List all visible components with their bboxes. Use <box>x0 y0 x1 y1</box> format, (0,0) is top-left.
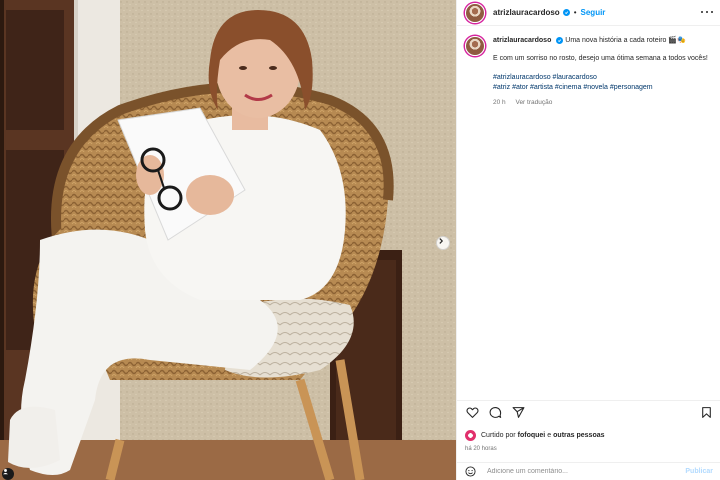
hashtag-link[interactable]: #ator <box>512 84 528 91</box>
comment-button[interactable] <box>488 406 502 420</box>
user-tag-icon <box>3 469 8 475</box>
post-image <box>0 0 456 480</box>
save-button[interactable] <box>699 406 713 420</box>
caption-body: atrizlauracardoso Uma nova história a ca… <box>493 36 715 108</box>
carousel-next-button[interactable] <box>436 236 450 250</box>
post-header: atrizlauracardoso • Seguir <box>457 0 720 26</box>
post-caption: atrizlauracardoso Uma nova história a ca… <box>465 36 715 108</box>
hashtag-link[interactable]: #artista <box>530 84 553 91</box>
comment-composer: Publicar <box>457 462 720 480</box>
see-translation-link[interactable]: Ver tradução <box>515 99 552 106</box>
hashtag-link[interactable]: #atrizlauracardoso <box>493 74 551 81</box>
share-icon <box>512 407 524 418</box>
hashtag-list: #atrizlauracardoso #lauracardoso #atriz … <box>493 73 715 92</box>
liked-by-conjunction: e <box>547 432 552 439</box>
heart-icon <box>465 407 479 418</box>
liked-by-others[interactable]: outras pessoas <box>553 432 604 439</box>
smiley-icon <box>465 466 476 477</box>
header-username[interactable]: atrizlauracardoso <box>493 8 560 17</box>
post-photo[interactable] <box>0 0 456 480</box>
comment-icon <box>489 407 501 418</box>
follow-button[interactable]: Seguir <box>581 8 606 17</box>
caption-meta: 20 h Ver tradução <box>493 98 715 108</box>
post-timestamp[interactable]: há 20 horas <box>465 446 497 452</box>
liked-by-user[interactable]: fofoquei <box>518 432 546 439</box>
comment-input[interactable] <box>487 468 686 475</box>
share-button[interactable] <box>511 406 525 420</box>
post-details-panel: atrizlauracardoso • Seguir atrizlauracar… <box>456 0 720 480</box>
hashtag-link[interactable]: #personagem <box>610 84 653 91</box>
liked-by-prefix: Curtido por <box>481 432 516 439</box>
hashtag-link[interactable]: #cinema <box>555 84 581 91</box>
caption-avatar[interactable] <box>465 36 485 56</box>
more-options-icon[interactable] <box>701 7 713 17</box>
action-bar <box>457 400 720 424</box>
verified-badge-icon <box>562 9 570 16</box>
hashtag-link[interactable]: #novela <box>583 84 608 91</box>
caption-username[interactable]: atrizlauracardoso <box>493 37 551 44</box>
liked-by: Curtido por fofoquei e outras pessoas <box>465 430 607 441</box>
emoji-button[interactable] <box>465 466 477 478</box>
hashtag-link[interactable]: #lauracardoso <box>553 74 597 81</box>
caption-text: E com um sorriso no rosto, desejo uma ót… <box>493 54 708 62</box>
separator-dot: • <box>573 8 577 17</box>
caption-time: 20 h <box>493 99 506 106</box>
publish-button[interactable]: Publicar <box>685 468 713 475</box>
like-button[interactable] <box>465 406 479 420</box>
caption-headline: Uma nova história a cada roteiro 🎬🎭 <box>565 37 686 44</box>
tagged-users-button[interactable] <box>2 468 14 480</box>
chevron-right-icon <box>439 238 444 244</box>
verified-badge-icon <box>556 36 564 44</box>
liker-avatar[interactable] <box>465 430 476 441</box>
avatar[interactable] <box>465 2 485 23</box>
hashtag-link[interactable]: #atriz <box>493 84 510 91</box>
bookmark-icon <box>701 407 711 418</box>
